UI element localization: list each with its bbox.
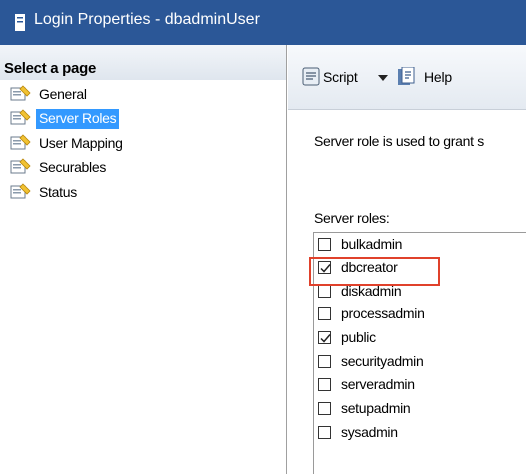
role-name: setupadmin [341,400,411,416]
server-roles-label: Server roles: [314,210,390,226]
role-checkbox[interactable] [318,402,331,415]
window-title: Login Properties - dbadminUser [34,11,260,28]
role-checkbox[interactable] [318,378,331,391]
role-checkbox[interactable] [318,285,331,298]
toolbar: Script Help [288,45,526,110]
page-item-label: Securables [39,159,107,175]
help-icon [398,67,415,85]
check-icon [320,334,331,343]
role-name: processadmin [341,305,425,321]
properties-page-icon [10,134,31,150]
page-item-label: General [39,86,87,102]
description-text: Server role is used to grant s [314,133,484,149]
properties-page-icon [10,85,31,101]
role-name: bulkadmin [341,236,403,252]
server-roles-page: Script Help Server role is used to grant… [288,45,526,474]
title-bar: Login Properties - dbadminUser [0,0,526,45]
help-label: Help [424,69,452,85]
role-checkbox[interactable] [318,238,331,251]
page-selector-pane: Select a page General Server Roles User … [0,45,287,474]
role-name: securityadmin [341,353,424,369]
role-name: sysadmin [341,424,398,440]
role-name: public [341,329,376,345]
properties-page-icon [10,158,31,174]
properties-page-icon [10,183,31,199]
role-checkbox[interactable] [318,426,331,439]
role-checkbox[interactable] [318,355,331,368]
role-name: serveradmin [341,376,415,392]
select-page-label: Select a page [4,60,96,77]
page-item-label: Status [39,184,77,200]
role-checkbox[interactable] [318,331,331,344]
dbcreator-highlight-box [309,257,440,286]
page-item-label: User Mapping [39,135,123,151]
role-checkbox[interactable] [318,307,331,320]
properties-page-icon [10,109,31,125]
chevron-down-icon[interactable] [378,75,388,81]
select-page-header: Select a page [0,45,286,80]
page-item-label: Server Roles [36,109,120,129]
app-icon [15,14,25,31]
script-label: Script [323,69,358,85]
script-icon [302,67,320,86]
